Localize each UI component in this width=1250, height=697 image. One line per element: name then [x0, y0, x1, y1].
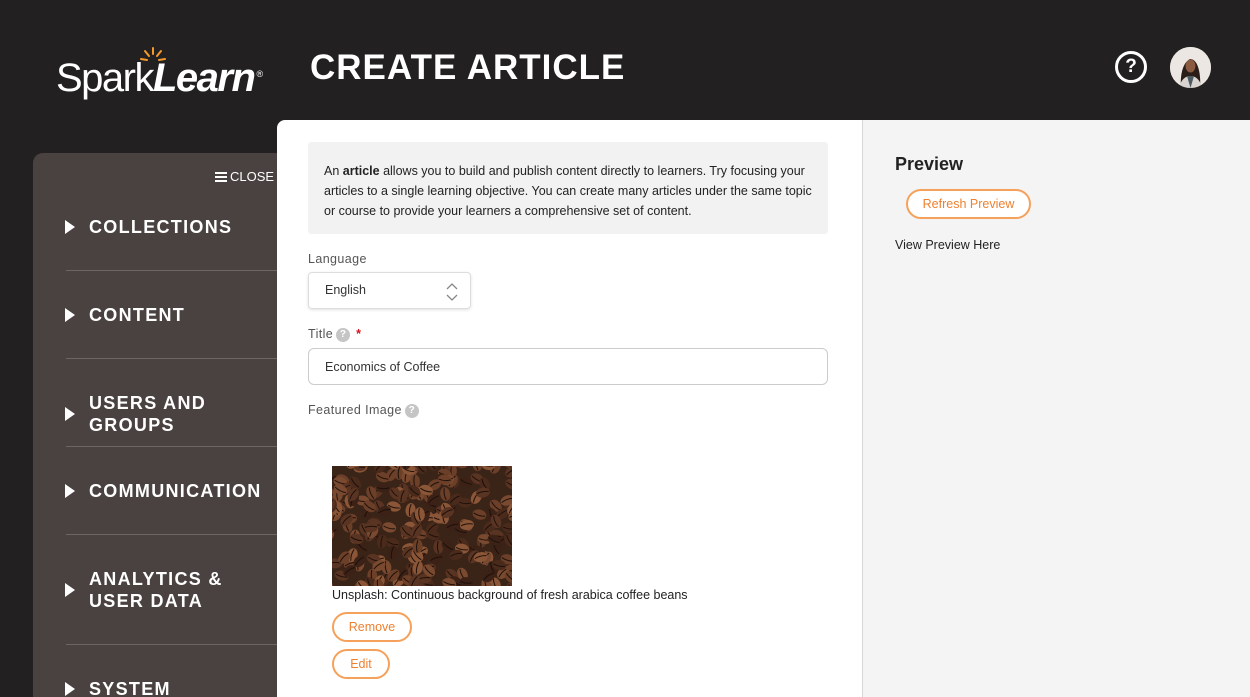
language-label: Language: [308, 252, 367, 266]
refresh-preview-button[interactable]: Refresh Preview: [906, 189, 1031, 219]
sidebar-item-analytics-user-data[interactable]: ANALYTICS & USER DATA: [65, 568, 285, 612]
close-label: CLOSE: [230, 169, 275, 184]
sidebar-item-content[interactable]: CONTENT: [65, 304, 285, 326]
sidebar-divider: [66, 644, 293, 645]
page-title: CREATE ARTICLE: [310, 48, 626, 87]
sidebar-item-system[interactable]: SYSTEM: [65, 678, 285, 697]
featured-image-label: Featured Image: [308, 403, 402, 417]
sidebar-divider: [66, 534, 293, 535]
intro-text: allows you to build and publish content …: [324, 164, 812, 218]
sidebar-divider: [66, 358, 293, 359]
featured-image-thumbnail: [332, 466, 512, 586]
caret-right-icon: [65, 308, 75, 322]
sidebar-divider: [66, 270, 293, 271]
caret-right-icon: [65, 583, 75, 597]
caret-right-icon: [65, 220, 75, 234]
article-form-panel: An article allows you to build and publi…: [277, 120, 863, 697]
intro-text: An: [324, 164, 343, 178]
caret-right-icon: [65, 682, 75, 696]
language-value: English: [325, 283, 366, 297]
language-select[interactable]: English: [308, 272, 471, 309]
sidebar-item-label: COMMUNICATION: [89, 481, 262, 501]
sidebar-item-label: USERS AND GROUPS: [89, 393, 207, 435]
required-marker: *: [356, 327, 362, 341]
user-avatar[interactable]: [1170, 47, 1211, 88]
caret-right-icon: [65, 407, 75, 421]
sidebar-item-label: CONTENT: [89, 305, 186, 325]
avatar-image: [1170, 47, 1211, 88]
article-intro-box: An article allows you to build and publi…: [308, 142, 828, 234]
chevron-up-down-icon: [446, 283, 458, 301]
sidebar-item-communication[interactable]: COMMUNICATION: [65, 480, 285, 502]
caret-right-icon: [65, 484, 75, 498]
menu-icon: [215, 171, 227, 182]
sidebar-item-label: COLLECTIONS: [89, 217, 233, 237]
title-input[interactable]: [308, 348, 828, 385]
help-icon[interactable]: ?: [1115, 51, 1147, 83]
close-sidebar-button[interactable]: CLOSE: [215, 169, 274, 184]
title-label-row: Title? *: [308, 327, 361, 342]
help-icon[interactable]: ?: [404, 403, 419, 418]
featured-image-label-row: Featured Image?: [308, 403, 419, 418]
remove-image-button[interactable]: Remove: [332, 612, 412, 642]
sidebar-divider: [66, 446, 293, 447]
sidebar: CLOSE COLLECTIONS CONTENT USERS AND GROU…: [33, 153, 293, 697]
sidebar-item-label: ANALYTICS & USER DATA: [89, 569, 223, 611]
featured-image-caption: Unsplash: Continuous background of fresh…: [332, 588, 688, 602]
coffee-beans-image: [332, 466, 512, 586]
sparklearn-logo[interactable]: SparkLearn ®: [56, 46, 263, 102]
title-label: Title: [308, 327, 334, 341]
edit-image-button[interactable]: Edit: [332, 649, 390, 679]
sidebar-item-collections[interactable]: COLLECTIONS: [65, 216, 285, 238]
logo-wordmark: SparkLearn ®: [56, 56, 263, 100]
preview-title: Preview: [895, 154, 964, 174]
preview-placeholder-text: View Preview Here: [895, 238, 1001, 252]
sidebar-item-users-and-groups[interactable]: USERS AND GROUPS: [65, 392, 285, 436]
preview-panel: Preview Refresh Preview View Preview Her…: [863, 120, 1250, 697]
intro-bold-text: article: [342, 164, 380, 178]
sidebar-item-label: SYSTEM: [89, 679, 171, 697]
help-icon[interactable]: ?: [336, 327, 351, 342]
